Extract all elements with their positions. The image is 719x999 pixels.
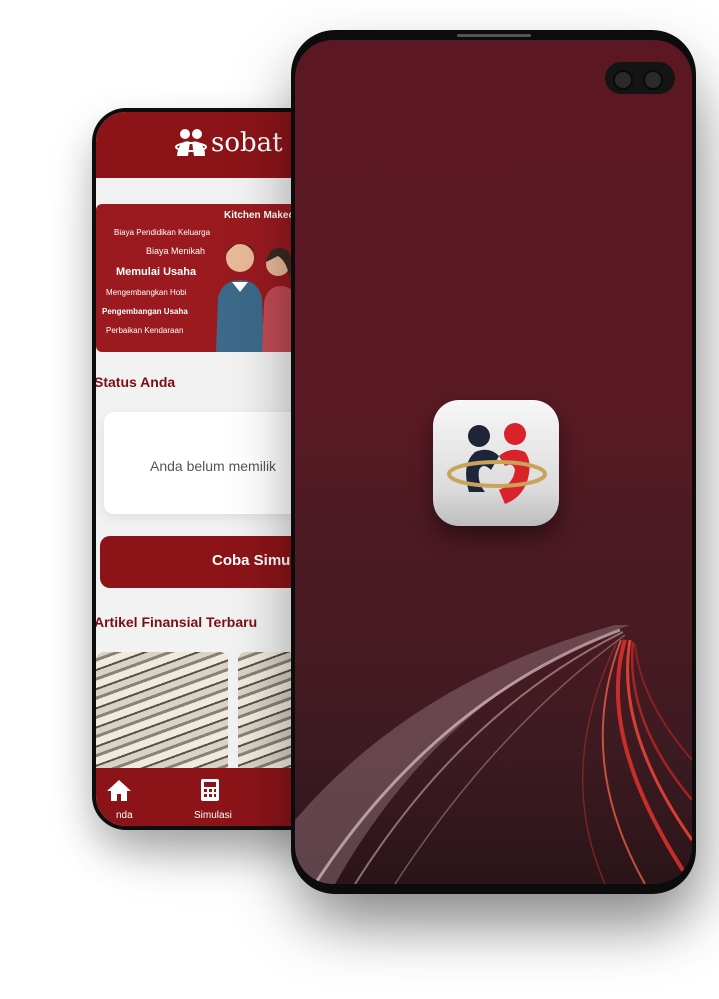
try-simulation-button[interactable]: Coba Simul xyxy=(100,536,318,588)
banner-line: Biaya Pendidikan Keluarga xyxy=(114,228,211,237)
back-phone-screen: sobat Kitchen Makeo Biaya Pendidikan Kel… xyxy=(96,112,318,826)
calculator-icon xyxy=(201,779,219,801)
banner-line: Perbaikan Kendaraan xyxy=(106,326,184,335)
splash-screen xyxy=(295,40,692,884)
banner-line: Pengembangan Usaha xyxy=(102,307,188,316)
phone-speaker xyxy=(457,34,531,37)
articles-section-title: Artikel Finansial Terbaru xyxy=(96,614,258,630)
nav-home-label: nda xyxy=(116,810,133,821)
brand-logo: sobat xyxy=(174,128,283,158)
home-icon xyxy=(107,780,131,801)
banner-line: Biaya Menikah xyxy=(146,246,206,256)
promo-banner[interactable]: Kitchen Makeo Biaya Pendidikan Keluarga … xyxy=(96,204,318,352)
couple-illustration xyxy=(216,243,300,352)
try-simulation-label: Coba Simul xyxy=(212,552,295,569)
camera-lens xyxy=(613,70,633,90)
status-message: Anda belum memilik xyxy=(150,458,277,474)
banner-line: Kitchen Makeo xyxy=(224,210,295,221)
people-icon xyxy=(175,129,207,156)
app-icon xyxy=(433,400,559,526)
app-header: sobat xyxy=(96,112,318,178)
article-card[interactable] xyxy=(96,652,228,776)
front-camera xyxy=(605,62,675,94)
nav-simulation-label: Simulasi xyxy=(194,810,232,821)
bottom-nav: nda Simulasi xyxy=(96,768,318,826)
banner-line: Memulai Usaha xyxy=(116,266,197,278)
nav-item-simulation[interactable]: Simulasi xyxy=(186,768,246,826)
status-section-title: Status Anda xyxy=(96,374,176,390)
brand-name: sobat xyxy=(211,128,283,158)
banner-line: Mengembangkan Hobi xyxy=(106,288,187,297)
camera-lens xyxy=(643,70,663,90)
back-phone: sobat Kitchen Makeo Biaya Pendidikan Kel… xyxy=(92,108,322,830)
status-card: Anda belum memilik xyxy=(104,412,318,514)
nav-item-home[interactable]: nda xyxy=(96,768,156,826)
sobat-logo-icon xyxy=(447,423,547,504)
front-phone xyxy=(291,30,696,894)
